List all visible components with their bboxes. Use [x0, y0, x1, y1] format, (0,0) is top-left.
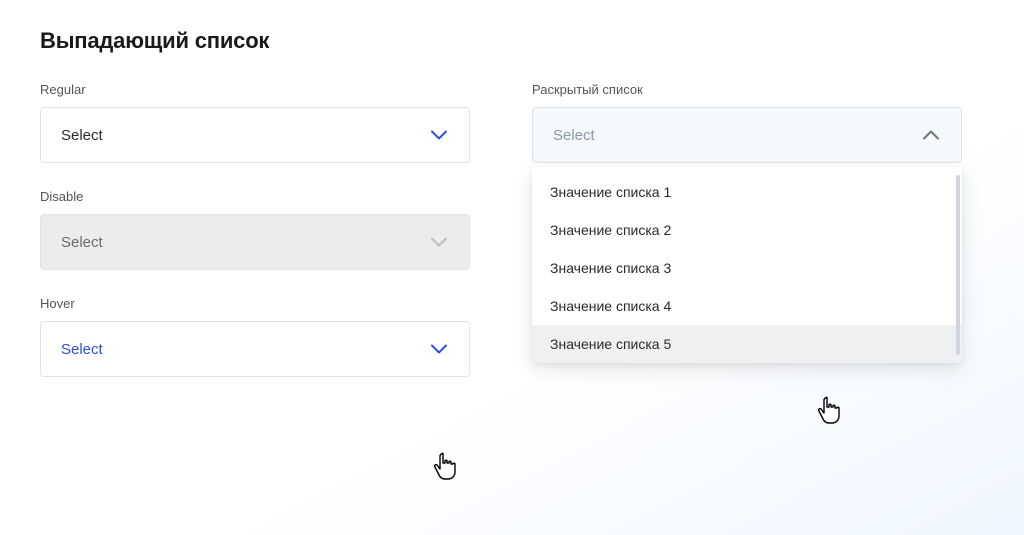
label-regular: Regular [40, 82, 470, 97]
dropdown-open-text: Select [553, 127, 595, 144]
dropdown-regular[interactable]: Select [40, 107, 470, 163]
dropdown-option[interactable]: Значение списка 3 [532, 249, 962, 287]
chevron-up-icon [921, 125, 941, 145]
chevron-down-icon [429, 232, 449, 252]
dropdown-hover[interactable]: Select [40, 321, 470, 377]
scrollbar[interactable] [956, 175, 960, 355]
pointer-cursor-icon [433, 452, 457, 480]
dropdown-option[interactable]: Значение списка 4 [532, 287, 962, 325]
label-hover: Hover [40, 296, 470, 311]
dropdown-hover-text: Select [61, 341, 103, 358]
chevron-down-icon [429, 125, 449, 145]
label-disable: Disable [40, 189, 470, 204]
dropdown-disabled-text: Select [61, 234, 103, 251]
dropdown-option[interactable]: Значение списка 5 [532, 325, 962, 363]
chevron-down-icon [429, 339, 449, 359]
page-title: Выпадающий список [40, 28, 984, 54]
dropdown-disabled: Select [40, 214, 470, 270]
dropdown-option[interactable]: Значение списка 1 [532, 173, 962, 211]
dropdown-option[interactable]: Значение списка 2 [532, 211, 962, 249]
label-open: Раскрытый список [532, 82, 962, 97]
dropdown-options-panel: Значение списка 1 Значение списка 2 Знач… [532, 167, 962, 363]
dropdown-regular-text: Select [61, 127, 103, 144]
dropdown-open[interactable]: Select [532, 107, 962, 163]
